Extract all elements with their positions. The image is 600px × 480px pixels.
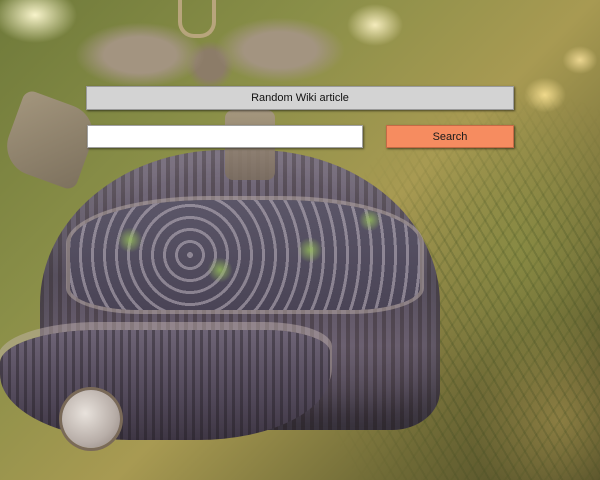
bell-ornament-band-decoration	[70, 200, 420, 310]
random-article-link[interactable]: Random Wiki article	[86, 86, 514, 110]
bell-clapper-decoration	[62, 390, 120, 448]
search-button[interactable]: Search	[386, 125, 514, 148]
search-input[interactable]	[87, 125, 363, 148]
page-background: Random Wiki article Search	[0, 0, 600, 480]
bell-rim-decoration	[0, 330, 330, 440]
